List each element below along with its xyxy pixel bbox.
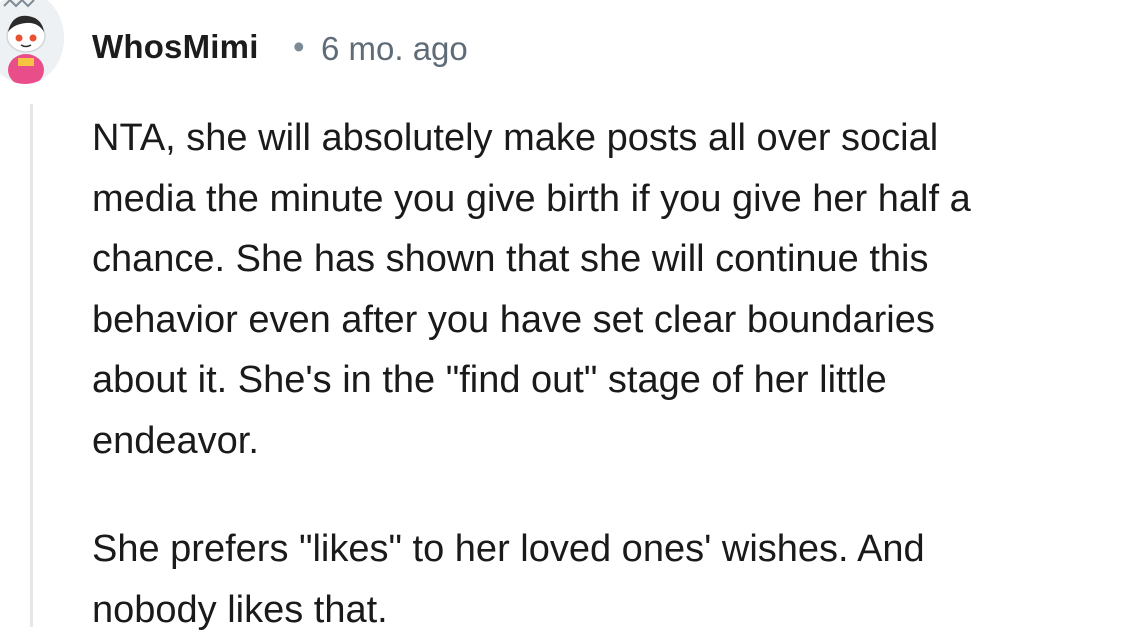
comment-paragraph: NTA, she will absolutely make posts all … (92, 117, 971, 462)
comment-body: NTA, she will absolutely make posts all … (92, 108, 1112, 640)
thread-line[interactable] (30, 104, 33, 627)
snoo-avatar-icon (0, 0, 64, 84)
comment-timestamp[interactable]: 6 mo. ago (321, 30, 468, 68)
comment-paragraph: She prefers "likes" to her loved ones' w… (92, 528, 925, 631)
comment: WhosMimi • 6 mo. ago NTA, she will absol… (0, 0, 1121, 631)
username[interactable]: WhosMimi (92, 28, 259, 66)
meta-separator: • (293, 28, 305, 65)
comment-header: WhosMimi • 6 mo. ago (0, 0, 1121, 100)
avatar[interactable] (0, 0, 64, 84)
